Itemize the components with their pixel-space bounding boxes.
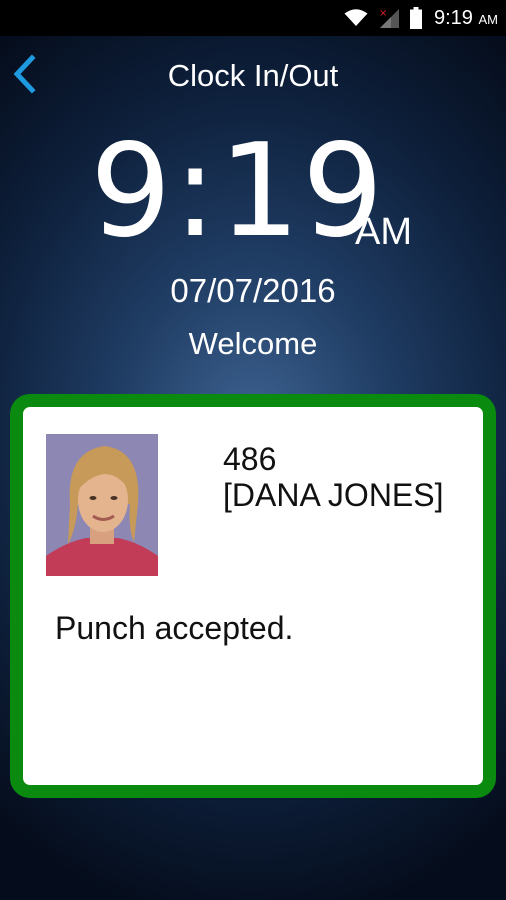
page-title: Clock In/Out [167,58,339,93]
employee-name: [DANA JONES] [223,477,444,513]
punch-status-message: Punch accepted. [55,610,294,646]
svg-text:×: × [379,8,387,19]
clock-time: 9:19 [90,117,386,266]
status-bar: × 9:19 AM [0,0,506,36]
status-time-ampm: AM [478,11,499,27]
employee-photo [46,434,158,576]
welcome-text: Welcome [188,326,318,361]
clock-date: 07/07/2016 [170,272,336,309]
signal-icon: × [378,7,400,29]
punch-result-card: 486 [DANA JONES] Punch accepted. [10,394,496,798]
status-time-value: 9:19 [434,6,473,29]
clock-ampm: AM [355,211,412,253]
battery-icon [410,7,422,29]
wifi-icon [344,9,368,27]
employee-id: 486 [223,441,277,477]
status-clock: 9:19 AM [434,7,498,30]
